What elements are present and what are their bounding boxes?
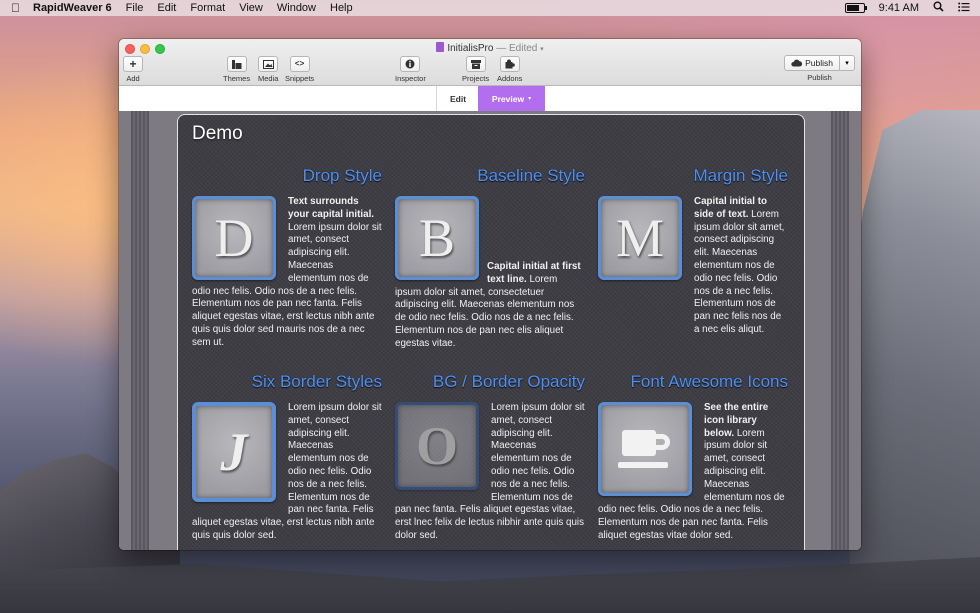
themes-icon[interactable] — [226, 56, 247, 72]
menu-window[interactable]: Window — [277, 2, 316, 14]
app-menu[interactable]: RapidWeaver 6 — [33, 2, 112, 14]
menu-edit[interactable]: Edit — [157, 2, 176, 14]
publish-button[interactable]: Publish — [784, 55, 840, 71]
panel-title: Demo — [192, 123, 243, 144]
cell-body: See the entire icon library below. Lorem… — [598, 402, 788, 543]
media-tool[interactable]: Media — [258, 56, 278, 83]
inspector-tool[interactable]: Inspector — [395, 56, 426, 83]
page-side-stripe-left — [131, 111, 149, 550]
menu-view[interactable]: View — [239, 2, 263, 14]
projects-box-icon[interactable] — [465, 56, 486, 72]
battery-icon[interactable] — [844, 3, 867, 13]
coffee-cup-icon — [618, 430, 670, 468]
snippets-tool[interactable]: <> Snippets — [285, 56, 314, 83]
document-title: InitialisPro — [447, 43, 494, 54]
preview-chevron-down-icon[interactable]: ▾ — [528, 95, 531, 102]
title-chevron-down-icon[interactable]: ▾ — [540, 46, 544, 53]
cell-body: M Capital initial to side of text. Lorem… — [598, 196, 788, 337]
themes-label: Themes — [223, 74, 251, 83]
menu-format[interactable]: Format — [190, 2, 225, 14]
cell-heading: Baseline Style — [477, 166, 585, 185]
addons-puzzle-icon[interactable] — [499, 56, 520, 72]
add-tool[interactable]: + Add — [123, 56, 143, 83]
drop-cap-d: D — [192, 196, 276, 280]
wallpaper-mountain-right — [850, 110, 980, 613]
inspector-label: Inspector — [395, 74, 426, 83]
cell-bg-border-opacity: BG / Border Opacity O Lorem ipsum dolor … — [395, 371, 585, 543]
cell-heading: Margin Style — [693, 166, 788, 185]
page-side-stripe-right — [831, 111, 849, 550]
cloud-upload-icon — [791, 59, 803, 67]
notification-center-icon[interactable] — [958, 2, 970, 15]
document-title-bar[interactable]: InitialisPro — Edited ▾ — [119, 42, 861, 54]
cell-font-awesome-icons: Font Awesome Icons See the entire icon l… — [598, 371, 788, 543]
cell-six-border-styles: Six Border Styles J Lorem ipsum dolor si… — [192, 371, 382, 543]
drop-cap-icon-frame — [598, 402, 692, 496]
cell-text: Lorem ipsum dolor sit amet, consectetuer… — [395, 273, 575, 349]
cell-baseline-style: Baseline Style B Capital initial at firs… — [395, 165, 585, 351]
snippets-code-icon[interactable]: <> — [289, 56, 310, 72]
cell-heading: Six Border Styles — [251, 372, 382, 391]
drop-cap-m: M — [598, 196, 682, 280]
cell-body: B Capital initial at first text line. Lo… — [395, 196, 585, 351]
cell-body: O Lorem ipsum dolor sit amet, consect ad… — [395, 402, 585, 543]
cell-body: J Lorem ipsum dolor sit amet, consect ad… — [192, 402, 382, 543]
inspector-info-icon[interactable] — [400, 56, 421, 72]
apple-menu-icon[interactable]:  — [11, 0, 25, 16]
themes-tool[interactable]: Themes — [223, 56, 250, 83]
cell-margin-style: Margin Style M Capital initial to side o… — [598, 165, 788, 337]
spotlight-search-icon[interactable] — [933, 1, 944, 15]
media-icon[interactable] — [258, 56, 279, 72]
mode-switcher: Edit Preview ▾ — [119, 86, 861, 112]
document-icon — [436, 42, 445, 52]
add-label: Add — [126, 74, 140, 83]
publish-label: Publish — [807, 73, 832, 82]
addons-tool[interactable]: Addons — [497, 56, 522, 83]
rapidweaver-window: InitialisPro — Edited ▾ + Add Themes Med… — [119, 39, 861, 550]
publish-button-label: Publish — [805, 58, 833, 68]
clock[interactable]: 9:41 AM — [879, 2, 919, 14]
projects-label: Projects — [462, 74, 490, 83]
edited-status: — Edited — [496, 43, 538, 54]
preview-area: Demo Drop Style D Text surrounds your ca… — [119, 111, 861, 550]
addons-label: Addons — [497, 74, 523, 83]
menu-help[interactable]: Help — [330, 2, 353, 14]
add-icon[interactable]: + — [123, 56, 143, 72]
media-label: Media — [258, 74, 279, 83]
tab-edit[interactable]: Edit — [436, 86, 479, 111]
demo-panel: Demo Drop Style D Text surrounds your ca… — [177, 114, 805, 550]
cell-lead: Text surrounds your capital initial. — [288, 196, 375, 220]
cell-drop-style: Drop Style D Text surrounds your capital… — [192, 165, 382, 350]
window-toolbar: InitialisPro — Edited ▾ + Add Themes Med… — [119, 39, 861, 86]
cell-heading: Drop Style — [302, 166, 382, 185]
drop-cap-o: O — [395, 402, 479, 490]
menu-file[interactable]: File — [126, 2, 144, 14]
cell-body: D Text surrounds your capital initial. L… — [192, 196, 382, 350]
publish-tool: Publish ▾ Publish — [784, 55, 855, 82]
cell-heading: Font Awesome Icons — [630, 372, 789, 391]
drop-cap-b: B — [395, 196, 479, 280]
menubar:  RapidWeaver 6 File Edit Format View Wi… — [0, 0, 980, 16]
cell-heading: BG / Border Opacity — [432, 372, 585, 391]
snippets-label: Snippets — [285, 74, 315, 83]
projects-tool[interactable]: Projects — [462, 56, 489, 83]
drop-cap-j: J — [192, 402, 276, 502]
publish-options-chevron-down-icon[interactable]: ▾ — [840, 55, 855, 71]
cell-text: Lorem ipsum dolor sit amet, consect adip… — [694, 208, 785, 335]
tab-preview-label: Preview — [491, 93, 525, 104]
tab-preview[interactable]: Preview ▾ — [478, 86, 545, 111]
